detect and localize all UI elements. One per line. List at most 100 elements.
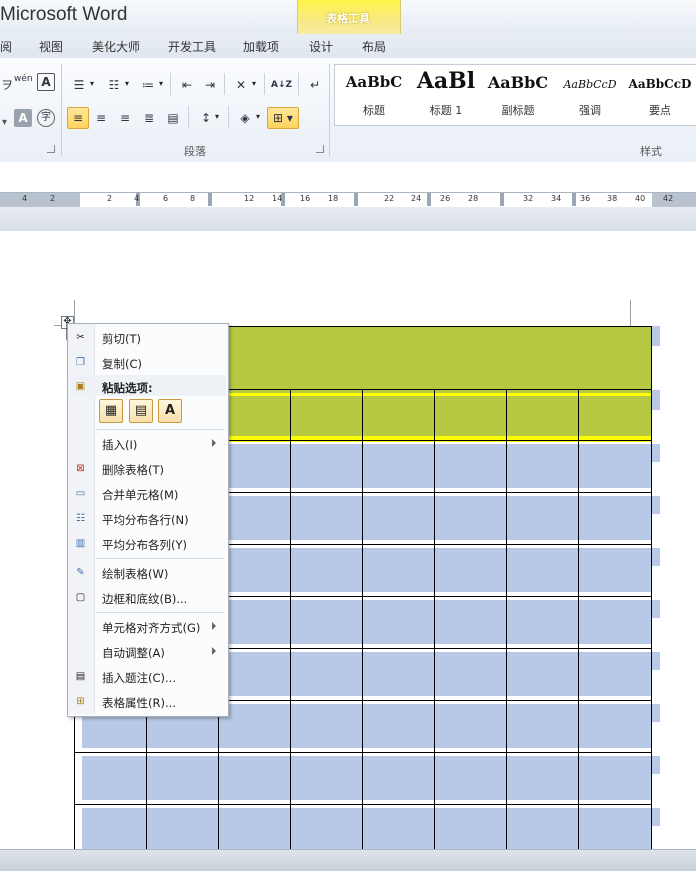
table-border — [578, 389, 579, 850]
phonetic-guide-icon[interactable]: ヲ — [0, 74, 14, 96]
style-label-emphasis[interactable]: 强调 — [556, 102, 624, 118]
horizontal-ruler[interactable] — [0, 192, 696, 208]
separator — [264, 73, 265, 95]
tab-beautify[interactable]: 美化大师 — [92, 38, 140, 55]
row-end-mark — [652, 326, 660, 346]
delete-table-icon: ⊠ — [76, 463, 85, 474]
borders-button[interactable]: ⊞ ▾ — [267, 107, 299, 129]
shading-dropdown-icon[interactable]: ▾ — [256, 112, 260, 121]
tab-design[interactable]: 设计 — [309, 38, 333, 55]
ruler-column-marker[interactable] — [354, 193, 358, 206]
scissors-icon: ✂ — [76, 332, 85, 343]
app-title: Microsoft Word — [0, 4, 128, 25]
show-formatting-marks-icon[interactable]: ↵ — [304, 74, 326, 96]
menu-item-autofit[interactable]: 自动调整(A) — [102, 645, 165, 661]
bullets-dropdown-icon[interactable]: ▾ — [90, 79, 94, 88]
row-end-mark — [652, 496, 660, 514]
ruler-number: 22 — [384, 194, 395, 203]
style-label-strong[interactable]: 要点 — [626, 102, 694, 118]
style-label-title[interactable]: 标题 — [340, 102, 408, 118]
align-center-icon[interactable]: ≡ — [90, 107, 112, 129]
distributed-align-icon[interactable]: ▤ — [162, 107, 184, 129]
row-end-mark — [652, 390, 660, 410]
bullets-icon[interactable]: ☰ — [68, 74, 90, 96]
tab-layout[interactable]: 布局 — [362, 38, 386, 55]
ruler-number: 2 — [50, 194, 56, 203]
table-properties-icon: ⊞ — [76, 696, 85, 707]
styles-group-label: 样式 — [640, 145, 662, 158]
ruler-column-marker[interactable] — [572, 193, 576, 206]
table-border — [74, 752, 652, 753]
workspace-background — [0, 207, 696, 231]
menu-item-table-properties[interactable]: 表格属性(R)... — [102, 695, 176, 711]
line-spacing-dropdown-icon[interactable]: ▾ — [215, 112, 219, 121]
style-preview-strong[interactable]: AaBbCcD — [626, 77, 694, 91]
style-preview-heading1[interactable]: AaBl — [412, 68, 480, 94]
style-preview-title[interactable]: AaBbC — [340, 73, 408, 91]
style-label-heading1[interactable]: 标题 1 — [412, 102, 480, 118]
ruler-number: 12 — [244, 194, 255, 203]
style-preview-emphasis[interactable]: AaBbCcD — [556, 78, 624, 91]
character-border-button[interactable]: A — [37, 73, 55, 91]
ruler-number: 32 — [523, 194, 534, 203]
tab-review[interactable]: 阅 — [0, 38, 12, 55]
paste-insert-rows-button[interactable]: ▤ — [129, 399, 153, 423]
multilevel-dropdown-icon[interactable]: ▾ — [159, 79, 163, 88]
menu-item-distribute-rows[interactable]: 平均分布各行(N) — [102, 512, 189, 528]
menu-item-distribute-columns[interactable]: 平均分布各列(Y) — [102, 537, 187, 553]
decrease-indent-icon[interactable]: ⇤ — [176, 74, 198, 96]
ruler-number: 34 — [551, 194, 562, 203]
ruler-column-marker[interactable] — [208, 193, 212, 206]
tab-view[interactable]: 视图 — [39, 38, 63, 55]
tab-addins[interactable]: 加载项 — [243, 38, 279, 55]
style-preview-subtitle[interactable]: AaBbC — [484, 73, 552, 92]
ruler-column-marker[interactable] — [500, 193, 504, 206]
style-label-subtitle[interactable]: 副标题 — [484, 102, 552, 118]
submenu-arrow-icon — [212, 647, 216, 655]
table-border — [506, 389, 507, 850]
phonetic-guide-button[interactable]: wén — [14, 74, 33, 84]
menu-item-delete-table[interactable]: 删除表格(T) — [102, 462, 164, 478]
menu-item-draw-table[interactable]: 绘制表格(W) — [102, 566, 168, 582]
menu-item-cut[interactable]: 剪切(T) — [102, 331, 141, 347]
menu-item-merge-cells[interactable]: 合并单元格(M) — [102, 487, 178, 503]
numbering-icon[interactable]: ☷ — [103, 74, 125, 96]
align-left-icon[interactable]: ≡ — [67, 107, 89, 129]
table-row[interactable] — [82, 808, 652, 852]
ruler-number: 26 — [440, 194, 451, 203]
borders-icon: ⊞ ▾ — [273, 111, 293, 125]
nest-table-icon: ▦ — [104, 403, 118, 418]
menu-item-borders-shading[interactable]: 边框和底纹(B)... — [102, 591, 187, 607]
increase-indent-icon[interactable]: ⇥ — [199, 74, 221, 96]
sort-button[interactable]: A↓Z — [270, 74, 292, 96]
distribute-columns-icon: ▥ — [75, 538, 86, 549]
font-dialog-launcher-icon[interactable] — [47, 145, 55, 153]
line-spacing-icon[interactable]: ↕ — [195, 107, 217, 129]
menu-item-insert-caption[interactable]: 插入题注(C)... — [102, 670, 176, 686]
paste-keep-text-only-button[interactable]: A — [158, 399, 182, 423]
dropdown-arrow-icon[interactable]: ▾ — [2, 117, 7, 128]
menu-item-cell-alignment[interactable]: 单元格对齐方式(G) — [102, 620, 200, 636]
justify-icon[interactable]: ≣ — [138, 107, 160, 129]
menu-item-insert[interactable]: 插入(I) — [102, 437, 137, 453]
ruler-column-marker[interactable] — [427, 193, 431, 206]
paste-nest-table-button[interactable]: ▦ — [99, 399, 123, 423]
multilevel-list-icon[interactable]: ≔ — [137, 74, 159, 96]
align-right-icon[interactable]: ≡ — [114, 107, 136, 129]
separator — [298, 73, 299, 95]
distribute-rows-icon: ☷ — [76, 513, 85, 524]
enclose-character-button[interactable]: 字 — [37, 109, 55, 127]
table-row[interactable] — [82, 756, 652, 800]
chinese-layout-icon[interactable]: ✕ — [230, 74, 252, 96]
tab-developer[interactable]: 开发工具 — [168, 38, 216, 55]
ruler-right-margin — [652, 193, 696, 207]
table-border — [434, 389, 435, 850]
shading-icon[interactable]: ◈ — [234, 107, 256, 129]
caption-icon: ▤ — [75, 671, 86, 682]
merge-cells-icon: ▭ — [75, 488, 86, 499]
chinese-layout-dropdown-icon[interactable]: ▾ — [252, 79, 256, 88]
menu-separator — [96, 612, 224, 613]
menu-item-copy[interactable]: 复制(C) — [102, 356, 142, 372]
character-shading-button[interactable]: A — [14, 109, 32, 127]
numbering-dropdown-icon[interactable]: ▾ — [125, 79, 129, 88]
